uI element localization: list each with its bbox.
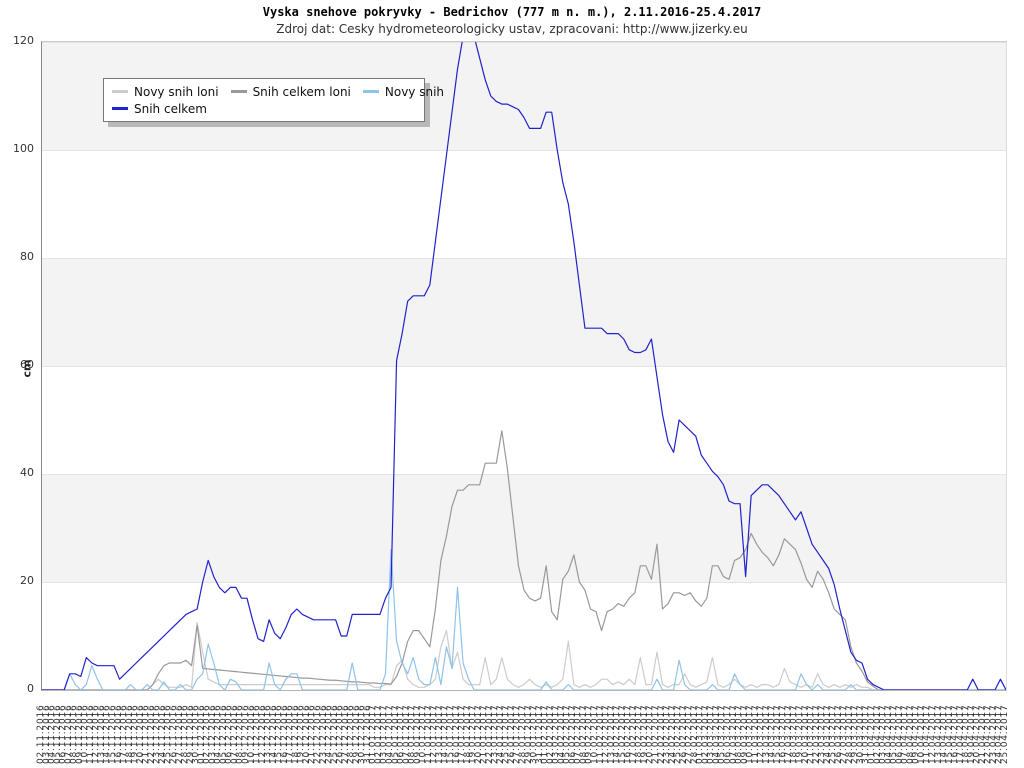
series-line-novy-snih [42, 550, 1006, 690]
y-axis-unit-label: cm [20, 360, 33, 378]
plot-area [41, 41, 1007, 691]
x-axis-tick-label: 25.04.2017 [1001, 704, 1010, 764]
series-line-snih-celkem [42, 42, 1006, 690]
legend-line-marker [112, 90, 128, 93]
y-axis-tick-label: 40 [0, 467, 34, 479]
legend-item: Snih celkem loni [231, 85, 351, 99]
chart-subtitle: Zdroj dat: Cesky hydrometeorologicky ust… [0, 22, 1024, 36]
legend-row: Novy snih loniSnih celkem loniNovy snih [112, 83, 416, 100]
legend-item: Novy snih [363, 85, 444, 99]
legend-item-label: Novy snih loni [134, 85, 219, 99]
legend: Novy snih loniSnih celkem loniNovy snihS… [103, 78, 425, 122]
legend-line-marker [231, 90, 247, 93]
legend-item: Snih celkem [112, 102, 207, 116]
legend-item: Novy snih loni [112, 85, 219, 99]
legend-item-label: Snih celkem [134, 102, 207, 116]
series-line-snih-celkem-loni [42, 431, 1006, 690]
y-axis-tick-label: 120 [0, 35, 34, 47]
y-axis-tick-label: 80 [0, 251, 34, 263]
y-axis-tick-label: 0 [0, 683, 34, 695]
y-axis-tick-label: 20 [0, 575, 34, 587]
legend-item-label: Snih celkem loni [253, 85, 351, 99]
legend-item-label: Novy snih [385, 85, 444, 99]
snow-chart-page: Vyska snehove pokryvky - Bedrichov (777 … [0, 0, 1024, 768]
legend-line-marker [363, 90, 379, 93]
chart-svg [42, 42, 1006, 690]
chart-title: Vyska snehove pokryvky - Bedrichov (777 … [0, 5, 1024, 19]
series-line-novy-snih-loni [42, 623, 1006, 691]
y-axis-tick-label: 100 [0, 143, 34, 155]
legend-row: Snih celkem [112, 100, 416, 117]
legend-line-marker [112, 107, 128, 110]
